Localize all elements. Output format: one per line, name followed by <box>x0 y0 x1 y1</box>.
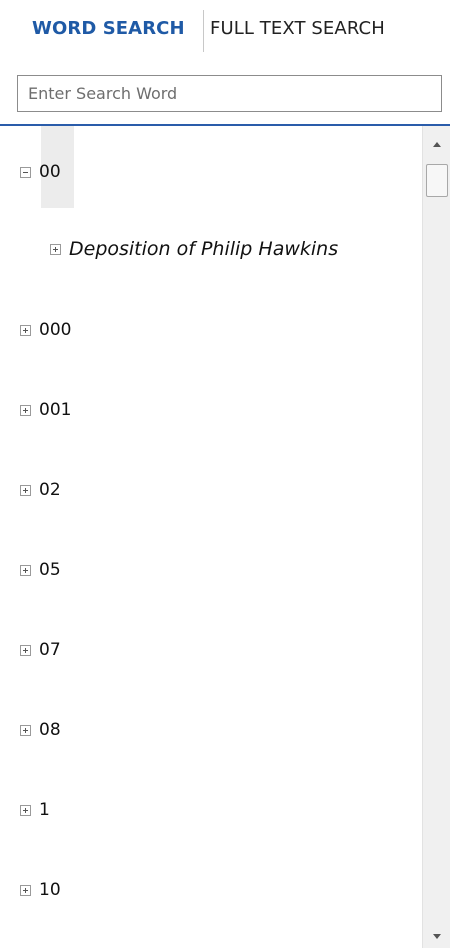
tab-divider <box>203 10 204 52</box>
tree-node-10[interactable]: 10 <box>20 876 61 904</box>
search-box <box>17 75 442 112</box>
plus-box-icon[interactable] <box>20 644 31 656</box>
tree-node-label: 00 <box>39 162 61 182</box>
search-tabs: WORD SEARCH FULL TEXT SEARCH <box>0 0 450 64</box>
tree-node-02[interactable]: 02 <box>20 476 61 504</box>
tree-node-label: 08 <box>39 720 61 740</box>
search-input[interactable] <box>18 76 441 111</box>
plus-box-icon[interactable] <box>20 484 31 496</box>
caret-down-icon[interactable] <box>423 924 450 948</box>
caret-up-icon[interactable] <box>423 134 450 158</box>
plus-box-icon[interactable] <box>20 804 31 816</box>
scrollbar-thumb[interactable] <box>426 164 448 197</box>
tree-node-label: 1 <box>39 800 50 820</box>
plus-box-icon[interactable] <box>20 724 31 736</box>
tree-node-label: 07 <box>39 640 61 660</box>
tree-node-label: 001 <box>39 400 72 420</box>
word-tree: 00 Deposition of Philip Hawkins 000 001 … <box>0 126 422 948</box>
tab-word-search[interactable]: WORD SEARCH <box>32 18 185 39</box>
tree-node-000[interactable]: 000 <box>20 316 71 344</box>
tree-node-00[interactable]: 00 <box>20 158 61 186</box>
vertical-scrollbar[interactable] <box>422 126 450 948</box>
plus-box-icon[interactable] <box>50 243 61 255</box>
minus-box-icon[interactable] <box>20 166 31 178</box>
tab-full-text-search[interactable]: FULL TEXT SEARCH <box>210 18 385 39</box>
tree-node-deposition[interactable]: Deposition of Philip Hawkins <box>50 235 338 263</box>
tree-node-label: 05 <box>39 560 61 580</box>
tree-node-label: Deposition of Philip Hawkins <box>69 238 339 260</box>
tree-node-label: 02 <box>39 480 61 500</box>
plus-box-icon[interactable] <box>20 324 31 336</box>
tree-node-label: 000 <box>39 320 72 340</box>
tree-node-label: 10 <box>39 880 61 900</box>
word-search-panel: WORD SEARCH FULL TEXT SEARCH 00 Depositi… <box>0 0 450 948</box>
plus-box-icon[interactable] <box>20 884 31 896</box>
tree-node-08[interactable]: 08 <box>20 716 61 744</box>
tree-node-1[interactable]: 1 <box>20 796 50 824</box>
plus-box-icon[interactable] <box>20 564 31 576</box>
tree-node-05[interactable]: 05 <box>20 556 61 584</box>
tree-node-07[interactable]: 07 <box>20 636 61 664</box>
plus-box-icon[interactable] <box>20 404 31 416</box>
tree-node-001[interactable]: 001 <box>20 396 71 424</box>
